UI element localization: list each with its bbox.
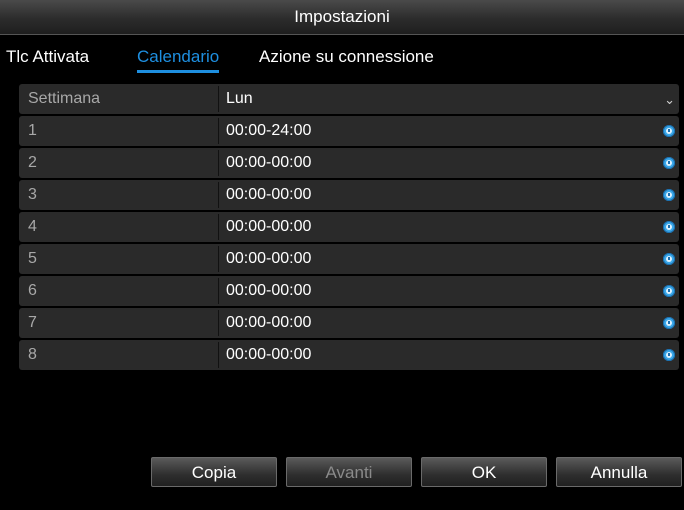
period-index: 8	[28, 346, 37, 363]
tab-azione-su-connessione[interactable]: Azione su connessione	[259, 35, 434, 71]
schedule-row[interactable]: 5 00:00-00:00	[19, 244, 679, 274]
schedule-row[interactable]: 3 00:00-00:00	[19, 180, 679, 210]
period-index: 1	[28, 122, 37, 139]
schedule-row[interactable]: 4 00:00-00:00	[19, 212, 679, 242]
clock-icon[interactable]	[663, 221, 675, 233]
chevron-down-icon[interactable]: ⌄	[664, 84, 675, 114]
tab-bar: Tlc Attivata Calendario Azione su connes…	[0, 35, 684, 73]
divider	[218, 214, 219, 240]
divider	[218, 118, 219, 144]
next-button[interactable]: Avanti	[286, 457, 412, 487]
divider	[218, 86, 219, 112]
schedule-row[interactable]: 7 00:00-00:00	[19, 308, 679, 338]
schedule-row[interactable]: 2 00:00-00:00	[19, 148, 679, 178]
period-index: 3	[28, 186, 37, 203]
period-index: 7	[28, 314, 37, 331]
schedule-row[interactable]: 8 00:00-00:00	[19, 340, 679, 370]
divider	[218, 150, 219, 176]
clock-icon[interactable]	[663, 317, 675, 329]
time-range-value[interactable]: 00:00-24:00	[226, 116, 311, 146]
tab-calendario[interactable]: Calendario	[137, 35, 220, 73]
settings-dialog: Impostazioni Tlc Attivata Calendario Azi…	[0, 0, 684, 510]
clock-icon[interactable]	[663, 189, 675, 201]
time-range-value[interactable]: 00:00-00:00	[226, 276, 311, 306]
divider	[218, 182, 219, 208]
time-range-value[interactable]: 00:00-00:00	[226, 244, 311, 274]
dialog-title: Impostazioni	[0, 0, 684, 35]
copy-button[interactable]: Copia	[151, 457, 277, 487]
tab-tlc-attivata[interactable]: Tlc Attivata	[6, 35, 89, 71]
period-index: 4	[28, 218, 37, 235]
divider	[218, 342, 219, 368]
time-range-value[interactable]: 00:00-00:00	[226, 308, 311, 338]
divider	[218, 246, 219, 272]
ok-button[interactable]: OK	[421, 457, 547, 487]
clock-icon[interactable]	[663, 349, 675, 361]
time-range-value[interactable]: 00:00-00:00	[226, 148, 311, 178]
period-index: 2	[28, 154, 37, 171]
clock-icon[interactable]	[663, 285, 675, 297]
schedule-row[interactable]: 1 00:00-24:00	[19, 116, 679, 146]
divider	[218, 278, 219, 304]
clock-icon[interactable]	[663, 253, 675, 265]
cancel-button[interactable]: Annulla	[556, 457, 682, 487]
schedule-row[interactable]: 6 00:00-00:00	[19, 276, 679, 306]
divider	[218, 310, 219, 336]
schedule-panel: Settimana Lun ⌄ 1 00:00-24:00 2 00:00-00:00…	[11, 76, 680, 454]
time-range-value[interactable]: 00:00-00:00	[226, 180, 311, 210]
period-index: 6	[28, 282, 37, 299]
week-select-value[interactable]: Lun	[226, 84, 253, 114]
clock-icon[interactable]	[663, 157, 675, 169]
clock-icon[interactable]	[663, 125, 675, 137]
time-range-value[interactable]: 00:00-00:00	[226, 340, 311, 370]
week-label: Settimana	[28, 90, 101, 107]
time-range-value[interactable]: 00:00-00:00	[226, 212, 311, 242]
period-index: 5	[28, 250, 37, 267]
week-select-row[interactable]: Settimana Lun ⌄	[19, 84, 679, 114]
button-bar: Copia Avanti OK Annulla	[0, 456, 684, 510]
